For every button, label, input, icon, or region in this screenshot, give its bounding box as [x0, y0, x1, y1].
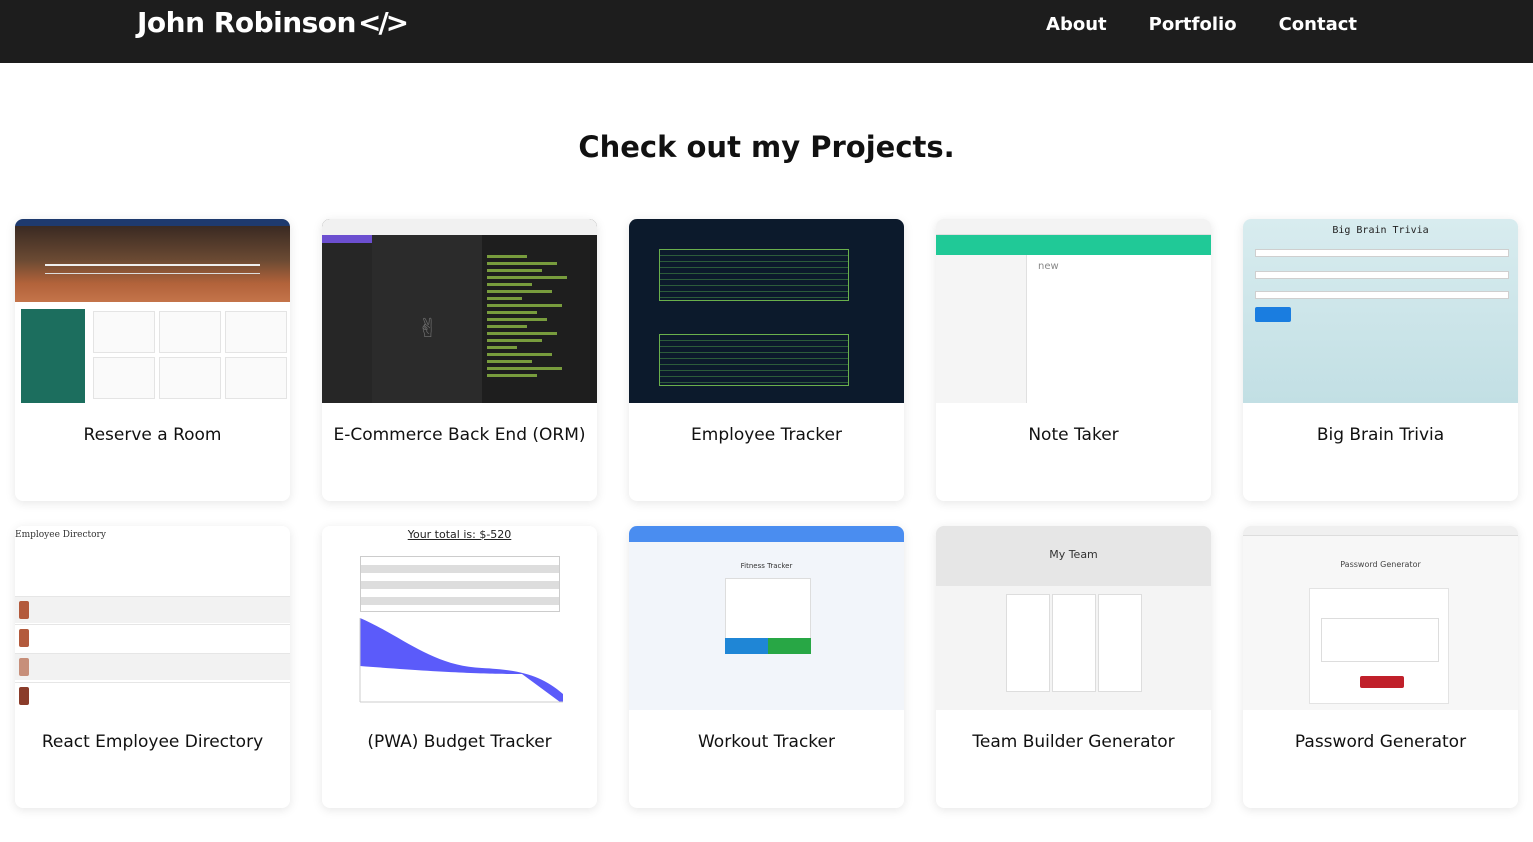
project-thumbnail[interactable]: Big Brain Trivia — [1243, 219, 1518, 403]
project-card-team-builder-generator[interactable]: My Team Team Builder Generator — [936, 526, 1211, 808]
project-thumbnail[interactable]: ✌ — [322, 219, 597, 403]
nav-links: About Portfolio Contact — [1046, 14, 1357, 35]
trivia-title-text: Big Brain Trivia — [1332, 225, 1429, 236]
project-title[interactable]: Workout Tracker — [639, 730, 894, 754]
project-title[interactable]: Reserve a Room — [25, 423, 280, 447]
project-thumbnail[interactable]: new — [936, 219, 1211, 403]
project-thumbnail[interactable] — [629, 219, 904, 403]
project-thumbnail[interactable]: Your total is: $-520 — [322, 526, 597, 710]
project-title[interactable]: (PWA) Budget Tracker — [332, 730, 587, 754]
peace-icon: ✌ — [417, 314, 439, 344]
code-icon: </> — [357, 6, 409, 39]
project-title[interactable]: Employee Tracker — [639, 423, 894, 447]
project-thumbnail[interactable]: Fitness Tracker — [629, 526, 904, 710]
project-card-react-employee-directory[interactable]: Employee Directory React Employee Direct… — [15, 526, 290, 808]
project-thumbnail[interactable] — [15, 219, 290, 403]
note-new-text: new — [1038, 261, 1059, 272]
team-title-text: My Team — [1049, 548, 1098, 561]
nav-link-about[interactable]: About — [1046, 14, 1107, 35]
brand-name: John Robinson — [137, 6, 356, 39]
project-title[interactable]: React Employee Directory — [25, 730, 280, 754]
nav-link-contact[interactable]: Contact — [1279, 14, 1357, 35]
budget-area-chart — [359, 618, 563, 703]
workout-title-text: Fitness Tracker — [740, 562, 793, 570]
page-title: Check out my Projects. — [578, 130, 955, 164]
project-title[interactable]: Team Builder Generator — [946, 730, 1201, 754]
nav-link-portfolio[interactable]: Portfolio — [1149, 14, 1237, 35]
project-card-big-brain-trivia[interactable]: Big Brain Trivia Big Brain Trivia — [1243, 219, 1518, 501]
project-card-note-taker[interactable]: new Note Taker — [936, 219, 1211, 501]
project-card-reserve-a-room[interactable]: Reserve a Room — [15, 219, 290, 501]
project-title[interactable]: Password Generator — [1253, 730, 1508, 754]
project-thumbnail[interactable]: Password Generator — [1243, 526, 1518, 710]
project-card-password-generator[interactable]: Password Generator Password Generator — [1243, 526, 1518, 808]
directory-title-text: Employee Directory — [15, 530, 106, 540]
password-title-text: Password Generator — [1340, 560, 1421, 569]
project-card-workout-tracker[interactable]: Fitness Tracker Workout Tracker — [629, 526, 904, 808]
project-card-budget-tracker[interactable]: Your total is: $-520 (PWA) Budget Tracke… — [322, 526, 597, 808]
project-thumbnail[interactable]: Employee Directory — [15, 526, 290, 710]
project-title[interactable]: Big Brain Trivia — [1253, 423, 1508, 447]
project-card-ecommerce-back-end[interactable]: ✌ E-Commerce Back End (ORM) — [322, 219, 597, 501]
brand-link[interactable]: John Robinson </> — [137, 6, 409, 39]
project-title[interactable]: Note Taker — [946, 423, 1201, 447]
navbar: John Robinson </> About Portfolio Contac… — [0, 0, 1533, 63]
project-thumbnail[interactable]: My Team — [936, 526, 1211, 710]
project-card-employee-tracker[interactable]: Employee Tracker — [629, 219, 904, 501]
project-title[interactable]: E-Commerce Back End (ORM) — [332, 423, 587, 447]
